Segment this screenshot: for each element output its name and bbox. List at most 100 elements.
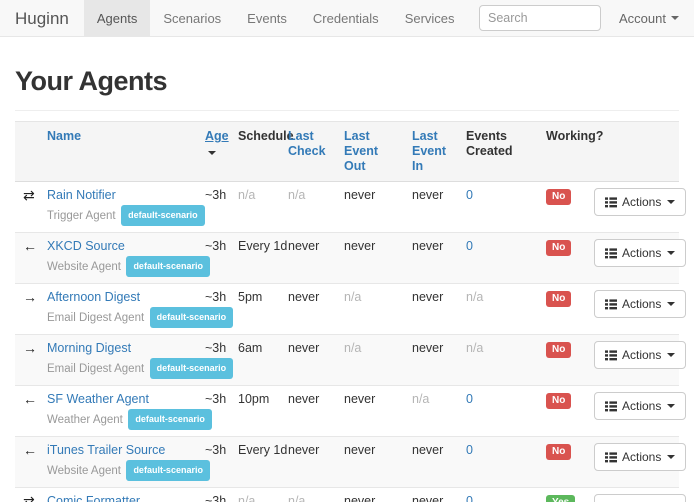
actions-button[interactable]: Actions xyxy=(594,443,686,471)
agent-subline: Website Agent default-scenario xyxy=(47,256,189,277)
nav-item-services[interactable]: Services xyxy=(392,0,468,36)
scenario-badge[interactable]: default-scenario xyxy=(126,256,210,277)
agent-name-link[interactable]: Afternoon Digest xyxy=(47,290,140,305)
working-badge: No xyxy=(546,240,571,256)
list-icon xyxy=(605,350,617,361)
agent-type-label: Email Digest Agent xyxy=(47,363,144,375)
brand-link[interactable]: Huginn xyxy=(0,0,84,36)
agent-name-link[interactable]: Rain Notifier xyxy=(47,188,116,203)
agent-name-link[interactable]: Comic Formatter xyxy=(47,494,140,502)
flow-icon-cell: ⇄ xyxy=(15,182,39,233)
agent-row: ⇄ Comic Formatter Event Formatting Agent… xyxy=(15,488,679,502)
search-input[interactable] xyxy=(479,5,601,31)
working-cell: No xyxy=(538,182,586,233)
actions-button[interactable]: Actions xyxy=(594,290,686,318)
agents-table-body: ⇄ Rain Notifier Trigger Agent default-sc… xyxy=(15,182,679,502)
chevron-down-icon xyxy=(667,200,675,204)
agent-type-label: Weather Agent xyxy=(47,414,123,426)
schedule-cell: Every 1d xyxy=(230,233,280,284)
agent-name-link[interactable]: iTunes Trailer Source xyxy=(47,443,165,458)
col-schedule: Schedule xyxy=(230,122,280,182)
working-cell: No xyxy=(538,233,586,284)
last-event-out-cell: never xyxy=(336,488,404,502)
last-check-cell: n/a xyxy=(280,488,336,502)
sort-age-link[interactable]: Age xyxy=(205,129,229,143)
agent-subline: Website Agent default-scenario xyxy=(47,460,189,481)
main-nav: Agents Scenarios Events Credentials Serv… xyxy=(84,0,468,36)
last-check-cell: never xyxy=(280,386,336,437)
last-check-cell: never xyxy=(280,437,336,488)
working-badge: No xyxy=(546,393,571,409)
agents-table: Name Age Schedule Last Check Last Event … xyxy=(15,121,679,502)
agent-row: → Morning Digest Email Digest Agent defa… xyxy=(15,335,679,386)
actions-button-label: Actions xyxy=(622,246,661,260)
agent-name-link[interactable]: XKCD Source xyxy=(47,239,125,254)
actions-button[interactable]: Actions xyxy=(594,494,686,502)
scenario-badge[interactable]: default-scenario xyxy=(150,358,234,379)
col-name: Name xyxy=(39,122,197,182)
agent-name-cell: Afternoon Digest Email Digest Agent defa… xyxy=(39,284,197,335)
working-cell: No xyxy=(538,284,586,335)
actions-button[interactable]: Actions xyxy=(594,239,686,267)
nav-item-events[interactable]: Events xyxy=(234,0,300,36)
col-last-event-out: Last Event Out xyxy=(336,122,404,182)
col-age: Age xyxy=(197,122,230,182)
age-cell: ~3h xyxy=(197,488,230,502)
nav-item-credentials[interactable]: Credentials xyxy=(300,0,392,36)
list-icon xyxy=(605,197,617,208)
list-icon xyxy=(605,452,617,463)
agent-name-cell: Rain Notifier Trigger Agent default-scen… xyxy=(39,182,197,233)
agent-name-link[interactable]: Morning Digest xyxy=(47,341,131,356)
actions-button[interactable]: Actions xyxy=(594,392,686,420)
list-icon xyxy=(605,248,617,259)
working-badge: No xyxy=(546,189,571,205)
schedule-cell: 5pm xyxy=(230,284,280,335)
nav-item-agents[interactable]: Agents xyxy=(84,0,150,36)
actions-cell: Actions xyxy=(586,284,679,335)
actions-button[interactable]: Actions xyxy=(594,188,686,216)
scenario-badge[interactable]: default-scenario xyxy=(128,409,212,430)
actions-button[interactable]: Actions xyxy=(594,341,686,369)
col-events-created: Events Created xyxy=(458,122,538,182)
actions-cell: Actions xyxy=(586,386,679,437)
right-arrow-icon: → xyxy=(23,289,37,305)
events-created-cell[interactable]: 0 xyxy=(458,386,538,437)
col-last-check: Last Check xyxy=(280,122,336,182)
events-created-cell[interactable]: 0 xyxy=(458,182,538,233)
account-menu[interactable]: Account xyxy=(615,0,694,36)
sort-last-event-out-link[interactable]: Last Event Out xyxy=(344,129,378,173)
scenario-badge[interactable]: default-scenario xyxy=(121,205,205,226)
chevron-down-icon xyxy=(667,302,675,306)
sort-last-event-in-link[interactable]: Last Event In xyxy=(412,129,446,173)
last-event-in-cell: never xyxy=(404,182,458,233)
agent-subline: Email Digest Agent default-scenario xyxy=(47,358,189,379)
agent-row: ← XKCD Source Website Agent default-scen… xyxy=(15,233,679,284)
working-cell: No xyxy=(538,335,586,386)
events-created-cell[interactable]: 0 xyxy=(458,233,538,284)
sort-last-check-link[interactable]: Last Check xyxy=(288,129,326,158)
flow-icon-cell: ⇄ xyxy=(15,488,39,502)
schedule-cell: n/a xyxy=(230,488,280,502)
last-event-in-cell: never xyxy=(404,488,458,502)
nav-item-scenarios[interactable]: Scenarios xyxy=(150,0,234,36)
navbar: Huginn Agents Scenarios Events Credentia… xyxy=(0,0,694,37)
last-check-cell: n/a xyxy=(280,182,336,233)
sort-name-link[interactable]: Name xyxy=(47,129,81,143)
agent-subline: Trigger Agent default-scenario xyxy=(47,205,189,226)
actions-cell: Actions xyxy=(586,437,679,488)
events-created-cell[interactable]: 0 xyxy=(458,437,538,488)
sort-direction-icon xyxy=(208,151,216,155)
chevron-down-icon xyxy=(671,16,679,20)
account-label: Account xyxy=(619,11,666,26)
flow-icon-cell: ← xyxy=(15,437,39,488)
left-arrow-icon: ← xyxy=(23,442,37,458)
events-created-cell[interactable]: 0 xyxy=(458,488,538,502)
scenario-badge[interactable]: default-scenario xyxy=(126,460,210,481)
scenario-badge[interactable]: default-scenario xyxy=(150,307,234,328)
flow-icon-cell: ← xyxy=(15,233,39,284)
agent-name-link[interactable]: SF Weather Agent xyxy=(47,392,149,407)
left-arrow-icon: ← xyxy=(23,391,37,407)
flow-icon-cell: ← xyxy=(15,386,39,437)
actions-button-label: Actions xyxy=(622,297,661,311)
main-content: Your Agents Name Age Schedule Last Check… xyxy=(0,66,694,502)
